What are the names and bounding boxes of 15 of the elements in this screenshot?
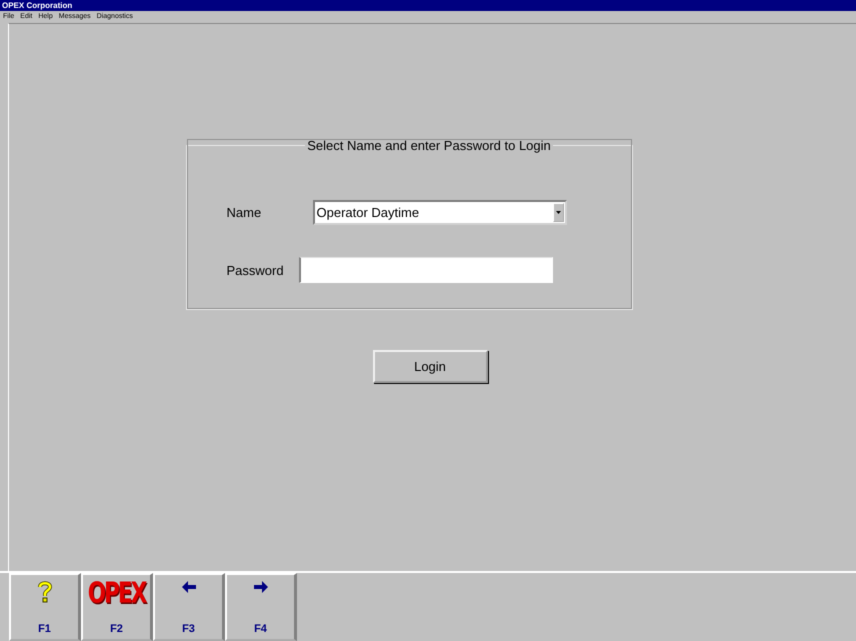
arrow-right-icon xyxy=(254,581,268,593)
function-key-button[interactable]: F1 xyxy=(9,573,81,641)
field-label: Password xyxy=(226,262,285,278)
function-key-button[interactable]: F3 xyxy=(153,573,225,641)
login-button[interactable]: Login xyxy=(372,350,488,383)
function-key-button[interactable]: OPEX F2 xyxy=(81,573,153,641)
function-key-button[interactable]: F4 xyxy=(225,573,297,641)
group-title: Select Name and enter Password to Login xyxy=(306,138,552,153)
password-field[interactable] xyxy=(298,257,552,283)
field-label: Name xyxy=(226,205,262,220)
window-title: OPEX Corporation xyxy=(2,0,72,10)
question-mark-icon xyxy=(38,581,52,603)
arrow-left-icon xyxy=(182,581,196,593)
logo: OPEX xyxy=(88,578,146,608)
name-dropdown[interactable]: Operator Daytime xyxy=(312,200,566,225)
